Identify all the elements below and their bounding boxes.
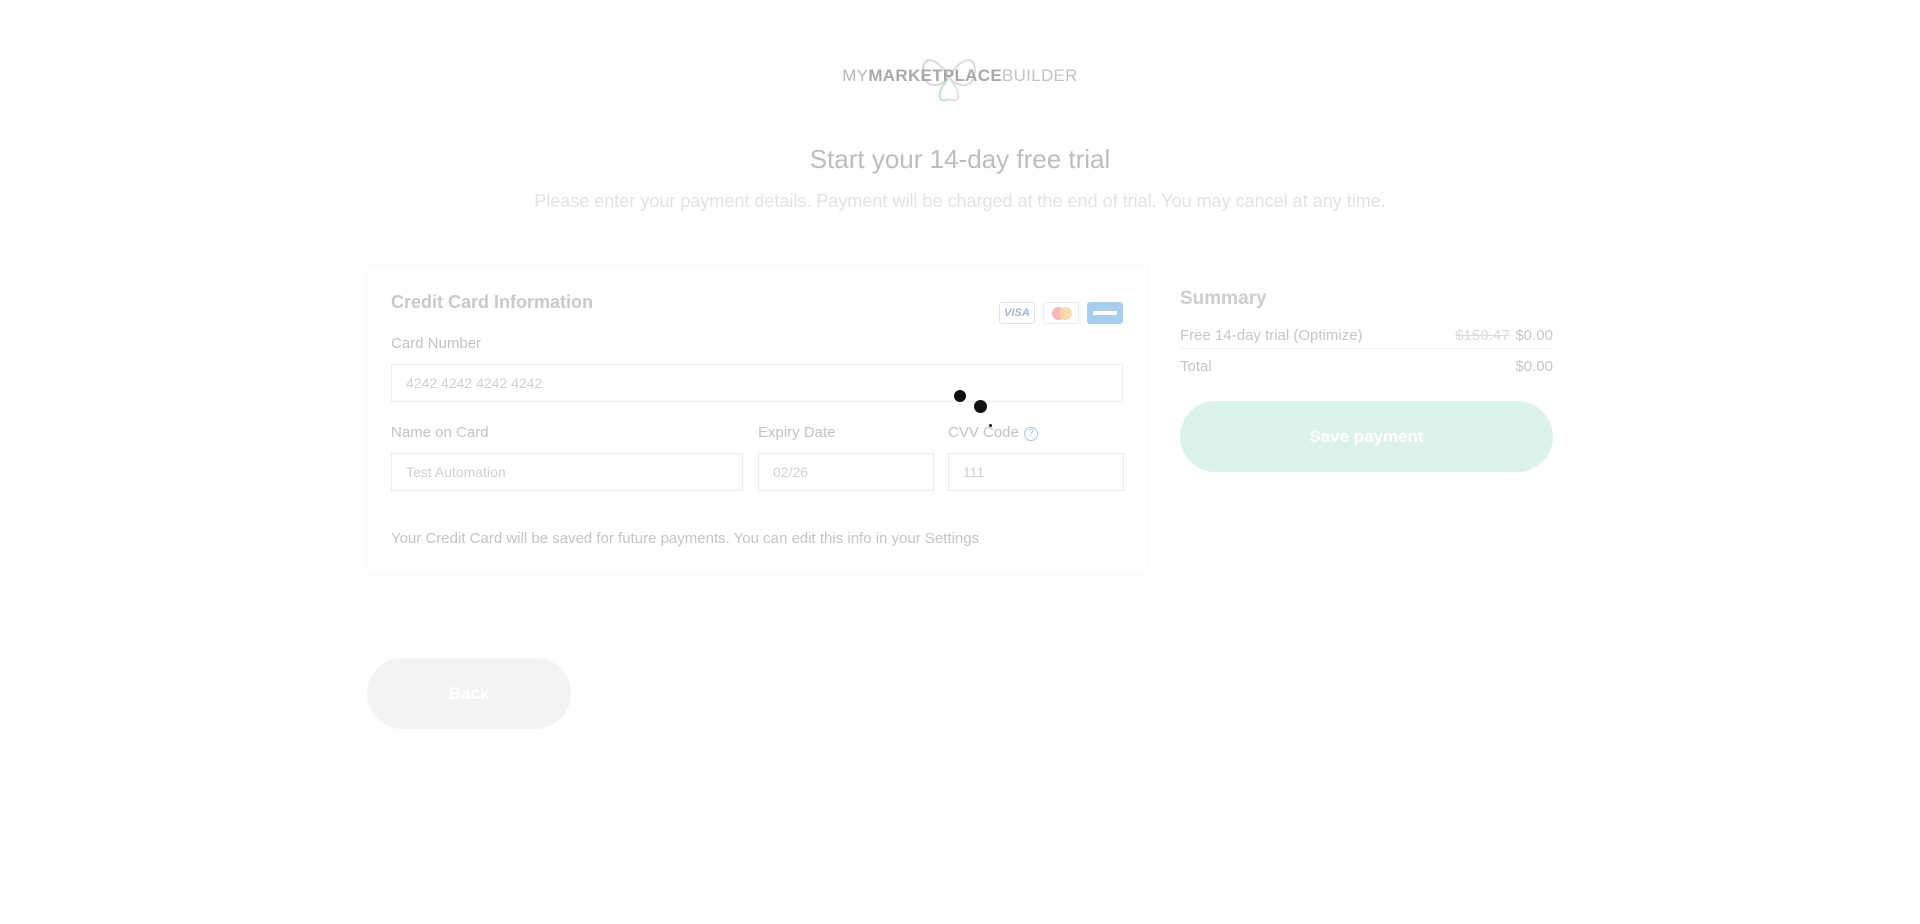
summary-total-value: $0.00 — [1515, 358, 1553, 375]
checkout-page: MY MARKETPLACE BUILDER Start your 14-day f… — [0, 0, 1920, 924]
credit-card-title: Credit Card Information — [391, 292, 594, 312]
help-icon[interactable]: ? — [1023, 426, 1038, 441]
logo[interactable]: MY MARKETPLACE BUILDER — [0, 44, 1920, 108]
amex-icon — [1087, 302, 1123, 324]
back-button[interactable]: Back — [367, 658, 571, 729]
expiry-date-label: Expiry Date — [758, 424, 836, 441]
logo-text-marketplace: MARKETPLACE — [868, 66, 1002, 85]
loading-spinner-icon — [950, 388, 1000, 428]
logo-text-builder: BUILDER — [1001, 66, 1078, 85]
summary-item-row: Free 14-day trial (Optimize) $150.47 $0.0… — [1180, 327, 1553, 349]
save-card-note: Your Credit Card will be saved for futur… — [391, 530, 980, 547]
expiry-date-input[interactable] — [758, 453, 934, 491]
summary-item-price: $0.00 — [1515, 327, 1553, 344]
summary-old-price: $150.47 — [1455, 327, 1510, 344]
save-payment-button[interactable]: Save payment — [1180, 401, 1553, 472]
cvv-input[interactable] — [948, 453, 1124, 491]
visa-icon: VISA — [999, 302, 1035, 324]
spinner-dot — [989, 424, 992, 427]
accepted-cards: VISA — [999, 302, 1123, 324]
summary-title: Summary — [1180, 288, 1267, 309]
spinner-dot — [954, 390, 966, 402]
name-on-card-input[interactable] — [391, 453, 743, 491]
summary-total-label: Total — [1180, 358, 1212, 375]
logo-text-my: MY — [842, 66, 869, 85]
page-title: Start your 14-day free trial — [809, 144, 1111, 174]
summary-item-label: Free 14-day trial (Optimize) — [1180, 327, 1363, 344]
mastercard-icon — [1043, 302, 1079, 324]
page-subtitle: Please enter your payment details. Payme… — [534, 191, 1386, 211]
name-on-card-label: Name on Card — [391, 424, 489, 441]
summary-item-prices: $150.47 $0.00 — [1455, 327, 1553, 344]
spinner-dot — [974, 400, 987, 413]
card-number-input[interactable] — [391, 364, 1123, 402]
logo-wordmark: MY MARKETPLACE BUILDER — [842, 59, 1078, 102]
card-number-label: Card Number — [391, 335, 482, 352]
summary-total-row: Total $0.00 — [1180, 358, 1553, 375]
credit-card-panel: Credit Card Information VISA Card Number… — [367, 266, 1147, 573]
